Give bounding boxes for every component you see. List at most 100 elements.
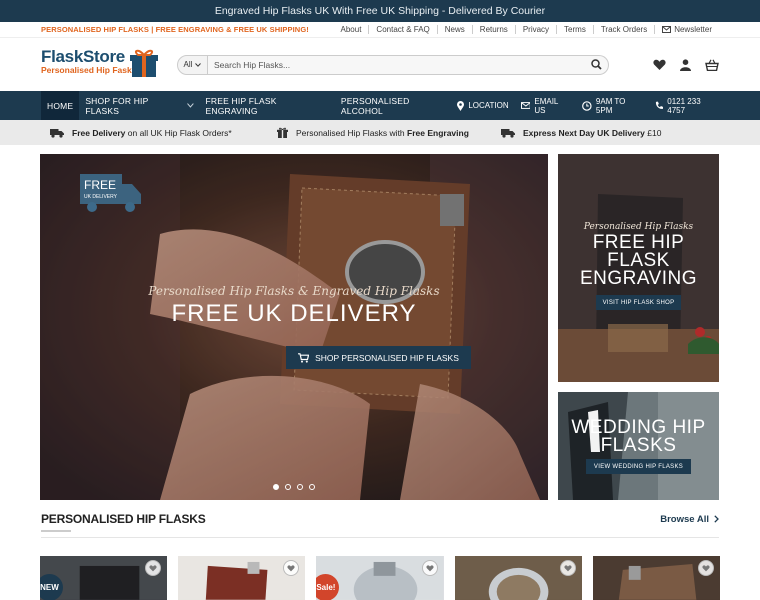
link-newsletter[interactable]: Newsletter [654,25,719,34]
nav-hours: 9AM TO 5PM [582,97,642,115]
wishlist-button[interactable] [421,560,438,576]
browse-all-link[interactable]: Browse All [660,514,719,525]
benefit-rest: on all UK Hip Flask Orders* [125,127,232,138]
product-card[interactable] [454,556,582,600]
map-pin-icon [457,100,465,111]
gift-icon [277,127,288,138]
nav-phone[interactable]: 0121 233 4757 [655,97,719,115]
link-contact-faq[interactable]: Contact & FAQ [368,25,436,34]
heart-icon [149,564,157,571]
chevron-right-icon [714,515,719,523]
cart-icon [298,352,310,363]
link-returns[interactable]: Returns [471,25,515,34]
basket-icon[interactable] [705,59,719,71]
heart-icon [702,564,710,571]
hero-script-text: Personalised Hip Flasks & Engraved Hip F… [148,284,440,298]
envelope-icon [662,26,672,33]
hero-title: FREE UK DELIVERY [171,300,417,327]
slider-dot[interactable] [309,484,315,490]
benefit-rest: Personalised Hip Flasks with [296,127,408,138]
chevron-down-icon [186,103,194,108]
product-card[interactable]: NEW [40,556,168,600]
header-icons [653,58,719,71]
banner-title-line: ENGRAVING [579,268,698,289]
announcement-text: Engraved Hip Flasks UK With Free UK Ship… [214,5,546,17]
nav-personalised-alcohol[interactable]: PERSONALISED ALCOHOL [335,91,457,120]
site-header: FlaskStore Personalised Hip Fasks All Se… [0,38,760,91]
product-grid: NEW Sale! [40,556,721,600]
benefit-text: Free Delivery on all UK Hip Flask Orders… [72,128,232,138]
benefit-text: Express Next Day UK Delivery £10 [523,128,661,138]
slider-dot[interactable] [297,484,303,490]
section-divider [41,537,719,538]
nav-shop-hip-flasks[interactable]: SHOP FOR HIP FLASKS [79,91,199,120]
link-news[interactable]: News [436,25,472,34]
user-icon[interactable] [680,58,691,71]
clock-icon [582,100,592,111]
heart-icon [564,564,572,571]
nav-location[interactable]: LOCATION [457,100,509,111]
slider-dots [40,484,548,490]
badge-free-text: FREE [84,178,116,192]
view-wedding-hip-flasks-button[interactable]: VIEW WEDDING HIP FLASKS [586,459,691,474]
gift-box-icon [130,49,158,77]
product-card[interactable] [178,556,306,600]
wedding-hip-flasks-banner[interactable]: WEDDING HIP FLASKS VIEW WEDDING HIP FLAS… [558,392,719,500]
hero-slider[interactable]: FREE UK DELIVERY Personalised Hip Flasks… [40,154,548,500]
link-track-orders[interactable]: Track Orders [592,25,654,34]
benefit-bold: Free Delivery [72,127,126,138]
logo[interactable]: FlaskStore Personalised Hip Fasks [41,48,159,82]
truck-icon [50,128,64,138]
search-bar: All Search Hip Flasks... [177,54,609,75]
banner-title-line: FLASKS [600,435,677,456]
benefit-rest: £10 [644,127,662,138]
slider-dot[interactable] [285,484,291,490]
search-input[interactable]: Search Hip Flasks... [208,54,609,75]
nav-location-label: LOCATION [468,101,509,110]
free-delivery-badge: FREE UK DELIVERY [80,174,141,212]
new-badge: NEW [40,574,63,600]
newsletter-label: Newsletter [674,25,712,34]
slider-dot[interactable] [273,484,279,490]
section-title: PERSONALISED HIP FLASKS [41,512,206,532]
envelope-icon [520,102,531,109]
banner-title: FREE HIP FLASK ENGRAVING [558,233,719,289]
promo-text: PERSONALISED HIP FLASKS | FREE ENGRAVING… [41,25,309,34]
search-placeholder: Search Hip Flasks... [214,59,291,70]
benefit-express-delivery: Express Next Day UK Delivery £10 [501,128,661,138]
nav-phone-label: 0121 233 4757 [667,96,701,115]
wishlist-button[interactable] [559,560,576,576]
heart-icon [287,564,295,571]
benefit-bold: Express Next Day UK Delivery [523,127,645,138]
search-icon[interactable] [591,59,602,70]
link-about[interactable]: About [334,25,369,34]
benefit-bold: Free Engraving [407,127,469,138]
link-privacy[interactable]: Privacy [514,25,556,34]
free-engraving-banner[interactable]: Personalised Hip Flasks FREE HIP FLASK E… [558,154,719,382]
shop-personalised-button[interactable]: SHOP PERSONALISED HIP FLASKS [286,346,471,369]
nav-shop-label: SHOP FOR HIP FLASKS [85,95,149,116]
nav-home[interactable]: HOME [41,91,80,120]
heart-icon [426,564,434,571]
search-category-select[interactable]: All [177,54,208,75]
product-card[interactable]: Sale! [316,556,444,600]
nav-contact-info: LOCATION EMAIL US 9AM TO 5PM 0121 233 47… [457,97,719,115]
banner-script-text: Personalised Hip Flasks [583,222,694,232]
wishlist-button[interactable] [698,560,715,576]
product-card[interactable] [592,556,721,600]
benefits-bar: Free Delivery on all UK Hip Flask Orders… [0,120,760,145]
top-announcement-bar: Engraved Hip Flasks UK With Free UK Ship… [0,0,760,22]
visit-hip-flask-shop-button[interactable]: VISIT HIP FLASK SHOP [596,295,681,310]
phone-icon [655,101,663,109]
truck-icon [501,128,515,138]
heart-icon[interactable] [653,59,666,71]
main-nav: HOME SHOP FOR HIP FLASKS FREE HIP FLASK … [0,91,760,120]
nav-email[interactable]: EMAIL US [520,97,571,115]
benefit-free-delivery: Free Delivery on all UK Hip Flask Orders… [50,128,277,138]
shop-button-label: SHOP PERSONALISED HIP FLASKS [315,352,459,363]
benefit-text: Personalised Hip Flasks with Free Engrav… [296,128,469,138]
link-terms[interactable]: Terms [556,25,593,34]
nav-free-engraving[interactable]: FREE HIP FLASK ENGRAVING [200,91,335,120]
nav-hours-label: 9AM TO 5PM [595,96,626,115]
browse-all-label: Browse All [660,513,709,525]
